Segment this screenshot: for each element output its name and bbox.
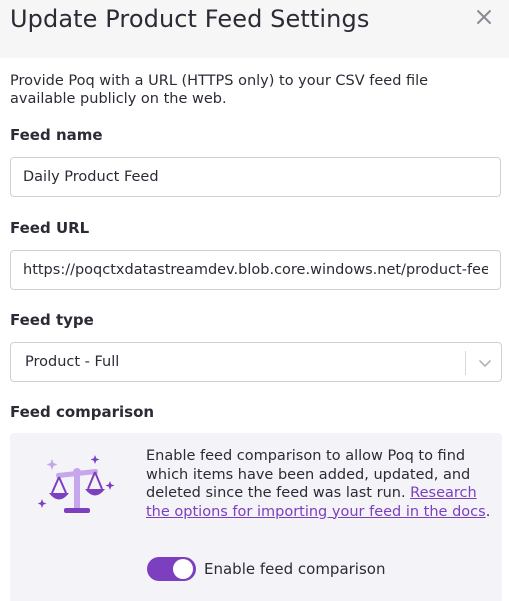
feed-type-select[interactable]: Product - Full [10, 342, 502, 382]
feed-type-label: Feed type [10, 311, 94, 329]
feed-type-selected-value: Product - Full [25, 354, 120, 370]
feed-comparison-toggle-label: Enable feed comparison [204, 560, 386, 578]
scales-sparkle-icon [38, 455, 115, 513]
dialog-header: Update Product Feed Settings [0, 0, 509, 58]
feed-comparison-panel: Enable feed comparison to allow Poq to f… [10, 433, 502, 601]
close-icon[interactable] [474, 7, 494, 27]
feed-comparison-toggle[interactable] [147, 557, 196, 581]
feed-comparison-text: Enable feed comparison to allow Poq to f… [146, 447, 491, 521]
feed-name-label: Feed name [10, 126, 103, 144]
feed-url-input[interactable] [10, 250, 501, 290]
feed-name-input[interactable] [10, 157, 501, 197]
dialog-description: Provide Poq with a URL (HTTPS only) to y… [10, 73, 429, 107]
toggle-knob [173, 559, 193, 579]
link-trailing-period: . [485, 503, 491, 520]
feed-comparison-label: Feed comparison [10, 403, 155, 421]
select-separator [465, 351, 466, 375]
dialog-title: Update Product Feed Settings [10, 5, 370, 33]
chevron-down-icon[interactable] [477, 355, 493, 371]
feed-url-label: Feed URL [10, 219, 90, 237]
